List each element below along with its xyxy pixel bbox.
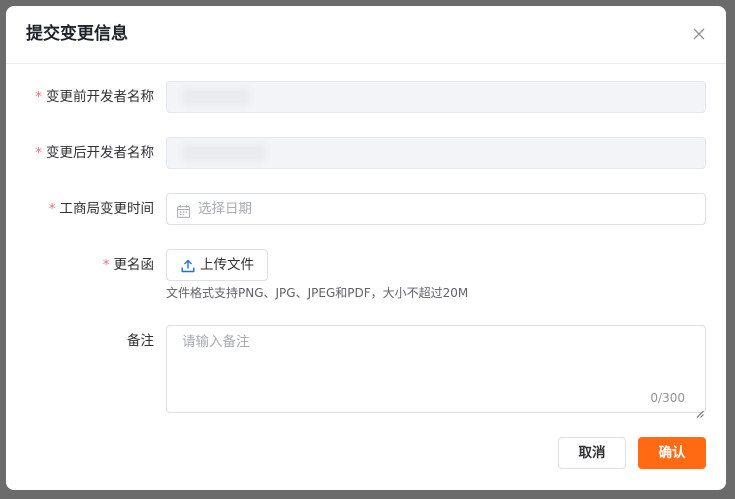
redacted-value-blur	[182, 89, 250, 105]
remark-placeholder: 请输入备注	[182, 334, 250, 350]
required-mark: *	[35, 145, 42, 161]
remark-label-text: 备注	[127, 333, 154, 349]
rename-letter-label: * 更名函	[6, 249, 154, 281]
remark-label: 备注	[6, 325, 154, 357]
old-name-label-text: 变更前开发者名称	[46, 89, 154, 105]
change-date-placeholder: 选择日期	[198, 201, 252, 217]
upload-icon	[181, 258, 195, 273]
dialog-title: 提交变更信息	[26, 24, 128, 44]
required-mark: *	[102, 257, 110, 273]
resize-handle-icon[interactable]	[696, 403, 704, 418]
remark-char-counter: 0/300	[650, 391, 685, 405]
upload-hint: 文件格式支持PNG、JPG、JPEG和PDF，大小不超过20M	[166, 286, 469, 300]
confirm-button[interactable]: 确认	[638, 437, 706, 469]
submit-change-dialog: 提交变更信息 * 变更前开发者名称 * 变更后开发者名称 * 工商局变更时间 选…	[6, 6, 726, 490]
change-date-label-text: 工商局变更时间	[59, 201, 155, 217]
change-date-picker[interactable]: 选择日期	[166, 193, 706, 225]
change-date-label: * 工商局变更时间	[6, 193, 154, 225]
redacted-value-blur	[182, 145, 266, 161]
upload-file-button[interactable]: 上传文件	[166, 249, 268, 281]
new-name-label-text: 变更后开发者名称	[46, 145, 154, 161]
dialog-header: 提交变更信息	[6, 6, 726, 64]
rename-letter-label-text: 更名函	[113, 257, 155, 273]
old-name-label: * 变更前开发者名称	[6, 81, 154, 113]
required-mark: *	[48, 201, 56, 217]
cancel-button[interactable]: 取消	[558, 437, 626, 469]
new-name-label: * 变更后开发者名称	[6, 137, 154, 169]
calendar-icon	[177, 203, 190, 218]
upload-file-label: 上传文件	[200, 257, 254, 273]
required-mark: *	[35, 89, 42, 105]
remark-textarea[interactable]: 请输入备注 0/300	[166, 325, 706, 418]
close-icon[interactable]	[690, 25, 708, 43]
